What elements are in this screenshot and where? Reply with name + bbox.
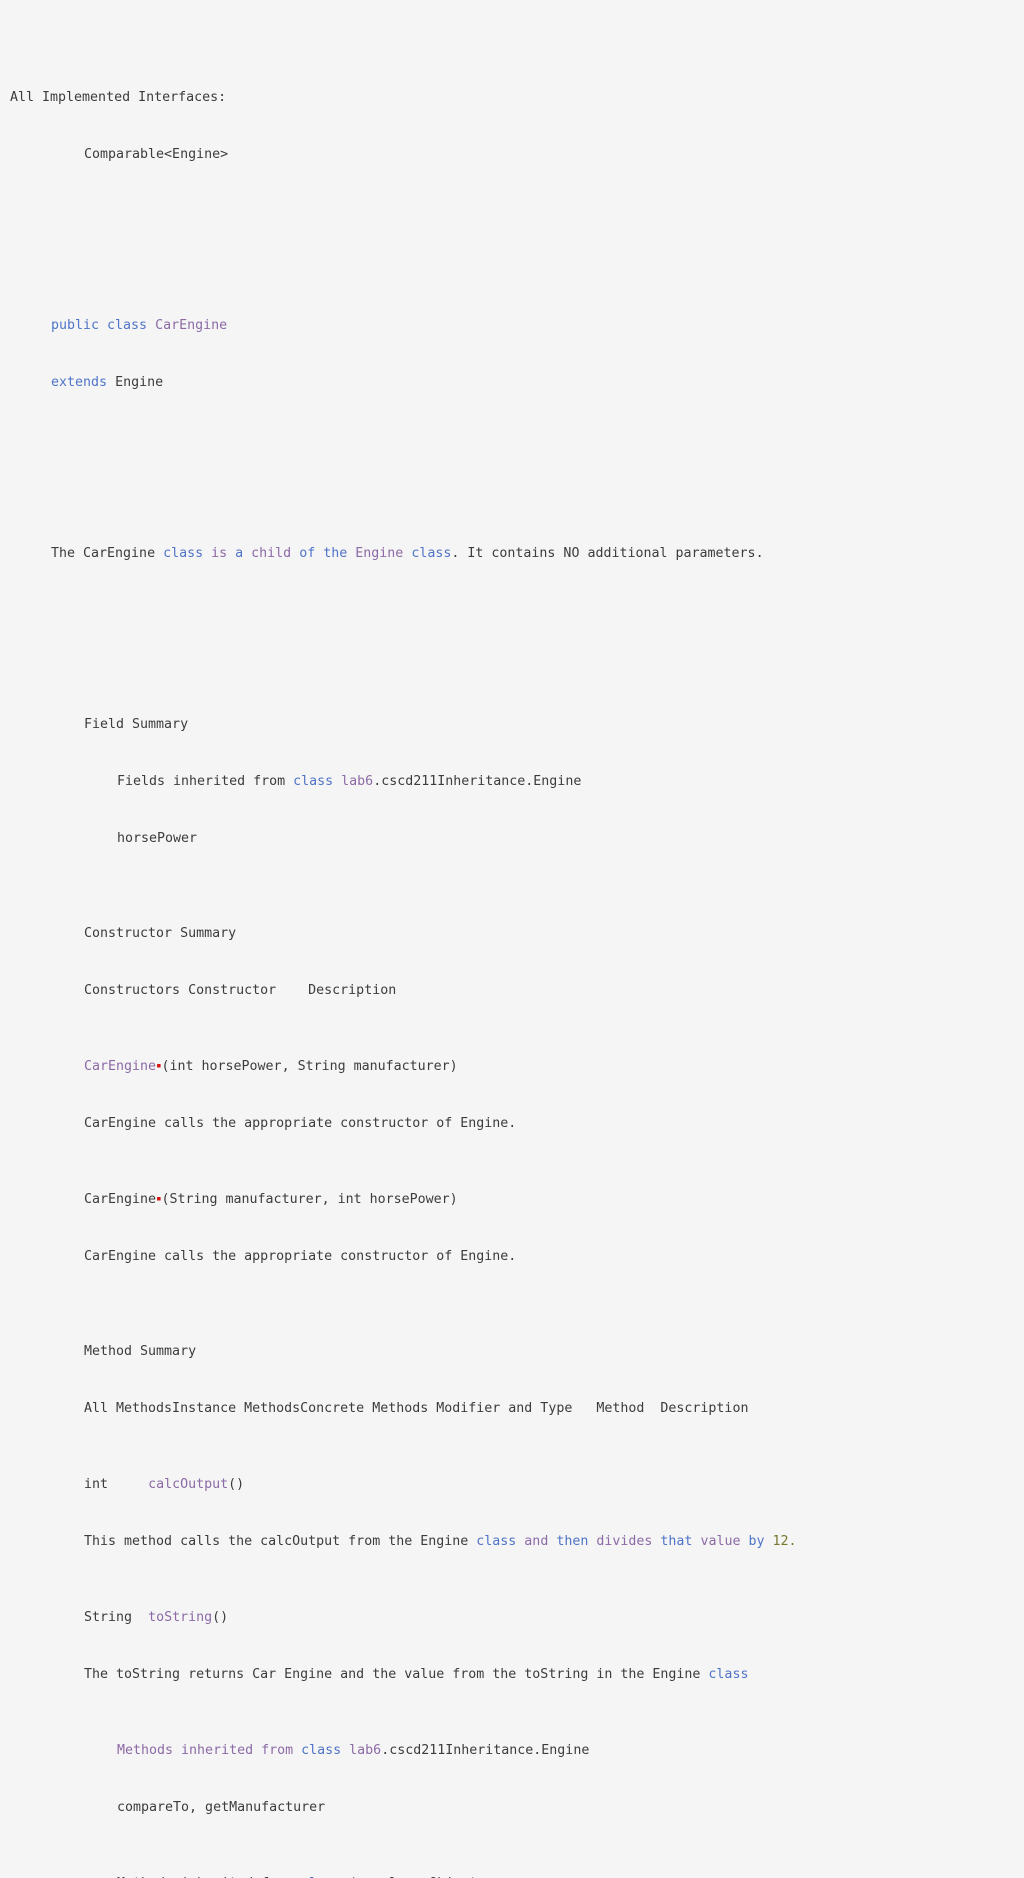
- constructor-description-text: CarEngine calls the appropriate construc…: [84, 1116, 517, 1131]
- method-name-link[interactable]: toString: [148, 1610, 212, 1625]
- constructor-summary-row: CarEngine (String manufacturer, int horse…: [0, 1190, 1024, 1209]
- method-summary-row: String toString(): [0, 1608, 1024, 1627]
- fields-inherited-prefix: Fields inherited from: [117, 774, 294, 789]
- javadoc-page: All Implemented Interfaces: Comparable<E…: [0, 0, 1024, 1878]
- inherited-methods-engine-text[interactable]: compareTo, getManufacturer: [117, 1800, 325, 1815]
- inherited-fields-list: horsePower: [0, 829, 1024, 848]
- fields-inherited-qualified-name: .cscd211Inheritance.Engine: [373, 774, 582, 789]
- extends-space: [107, 375, 115, 390]
- methods-inherited-object-line: Methods inherited from class java.lang.O…: [0, 1874, 1024, 1878]
- method-description-by: by: [740, 1534, 765, 1549]
- method-summary-table-header: All MethodsInstance MethodsConcrete Meth…: [0, 1399, 1024, 1418]
- method-description-part1: This method calls the calcOutput from th…: [84, 1534, 477, 1549]
- methods-inherited-qualified-name: .lang.Object: [381, 1876, 477, 1878]
- fields-inherited-package: lab6: [333, 774, 374, 789]
- field-summary-heading: Field Summary: [0, 715, 1024, 734]
- method-summary-heading-text: Method Summary: [84, 1344, 197, 1359]
- method-return-type: int: [84, 1477, 109, 1492]
- methods-inherited-package: lab6: [341, 1743, 382, 1758]
- constructor-name-link[interactable]: CarEngine: [84, 1192, 156, 1207]
- method-summary-heading: Method Summary: [0, 1342, 1024, 1361]
- method-gap: [108, 1477, 148, 1492]
- methods-inherited-prefix: Methods inherited from: [117, 1743, 302, 1758]
- constructor-summary-row-description: CarEngine calls the appropriate construc…: [0, 1114, 1024, 1133]
- method-description-divides: divides: [588, 1534, 653, 1549]
- extends-keyword: extends: [51, 375, 108, 390]
- method-parens: (): [228, 1477, 245, 1492]
- class-description-child: child: [243, 546, 292, 561]
- class-description-of: of: [291, 546, 316, 561]
- method-description-part1: The toString returns Car Engine and the …: [84, 1667, 709, 1682]
- field-summary-heading-text: Field Summary: [84, 717, 189, 732]
- implemented-interfaces-heading: All Implemented Interfaces:: [0, 88, 1024, 107]
- constructor-description-text: CarEngine calls the appropriate construc…: [84, 1249, 517, 1264]
- constructor-summary-row: CarEngine (int horsePower, String manufac…: [0, 1057, 1024, 1076]
- method-summary-table-header-text: All MethodsInstance MethodsConcrete Meth…: [84, 1401, 749, 1416]
- constructor-summary-table-header-text: Constructors Constructor Description: [84, 983, 397, 998]
- constructor-summary-heading: Constructor Summary: [0, 924, 1024, 943]
- class-description-a: a: [227, 546, 244, 561]
- method-description-value: value: [692, 1534, 741, 1549]
- implemented-interfaces-value: Comparable<Engine>: [0, 145, 1024, 164]
- class-declaration-modifier-line: public class CarEngine: [0, 316, 1024, 335]
- class-description-part2: . It contains NO additional parameters.: [451, 546, 764, 561]
- method-name-link[interactable]: calcOutput: [148, 1477, 228, 1492]
- methods-inherited-prefix: Methods inherited from: [117, 1876, 301, 1878]
- method-description-class: class: [708, 1667, 749, 1682]
- method-return-type: String: [84, 1610, 133, 1625]
- constructor-signature: (String manufacturer, int horsePower): [161, 1192, 458, 1207]
- methods-inherited-package: java: [341, 1876, 381, 1878]
- inherited-methods-engine-list: compareTo, getManufacturer: [0, 1798, 1024, 1817]
- class-description-is: is: [203, 546, 228, 561]
- comparable-engine-link[interactable]: Comparable<Engine>: [84, 147, 228, 162]
- method-description-and: and: [516, 1534, 549, 1549]
- methods-inherited-qualified-name: .cscd211Inheritance.Engine: [381, 1743, 590, 1758]
- implemented-interfaces-heading-text: All Implemented Interfaces:: [10, 90, 227, 105]
- fields-inherited-line: Fields inherited from class lab6.cscd211…: [0, 772, 1024, 791]
- class-declaration-extends-line: extends Engine: [0, 373, 1024, 392]
- methods-inherited-class-keyword: class: [301, 1876, 341, 1878]
- method-description-that: that: [652, 1534, 693, 1549]
- class-description-engine: Engine: [347, 546, 404, 561]
- class-description: The CarEngine class is a child of the En…: [0, 544, 1024, 563]
- constructor-summary-row-description: CarEngine calls the appropriate construc…: [0, 1247, 1024, 1266]
- declaration-modifier: public class: [51, 318, 148, 333]
- class-description-class1: class: [163, 546, 204, 561]
- method-parens: (): [212, 1610, 229, 1625]
- declaration-class-name: CarEngine: [155, 318, 228, 333]
- constructor-summary-table-header: Constructors Constructor Description: [0, 981, 1024, 1000]
- method-description-number: 12.: [764, 1534, 797, 1549]
- method-summary-row: int calcOutput(): [0, 1475, 1024, 1494]
- fields-inherited-class-keyword: class: [293, 774, 334, 789]
- method-summary-row-description: The toString returns Car Engine and the …: [0, 1665, 1024, 1684]
- methods-inherited-engine-line: Methods inherited from class lab6.cscd21…: [0, 1741, 1024, 1760]
- methods-inherited-class-keyword: class: [301, 1743, 342, 1758]
- constructor-signature: (int horsePower, String manufacturer): [161, 1059, 458, 1074]
- method-description-then: then: [548, 1534, 589, 1549]
- inherited-field-horsepower[interactable]: horsePower: [117, 831, 197, 846]
- method-gap: [132, 1610, 148, 1625]
- method-summary-row-description: This method calls the calcOutput from th…: [0, 1532, 1024, 1551]
- class-description-part1: The CarEngine: [51, 546, 164, 561]
- declaration-space: [147, 318, 155, 333]
- class-description-the: the: [315, 546, 348, 561]
- superclass-name: Engine: [115, 375, 164, 390]
- class-description-class2: class: [403, 546, 452, 561]
- constructor-name-link[interactable]: CarEngine: [84, 1059, 156, 1074]
- method-description-class: class: [476, 1534, 517, 1549]
